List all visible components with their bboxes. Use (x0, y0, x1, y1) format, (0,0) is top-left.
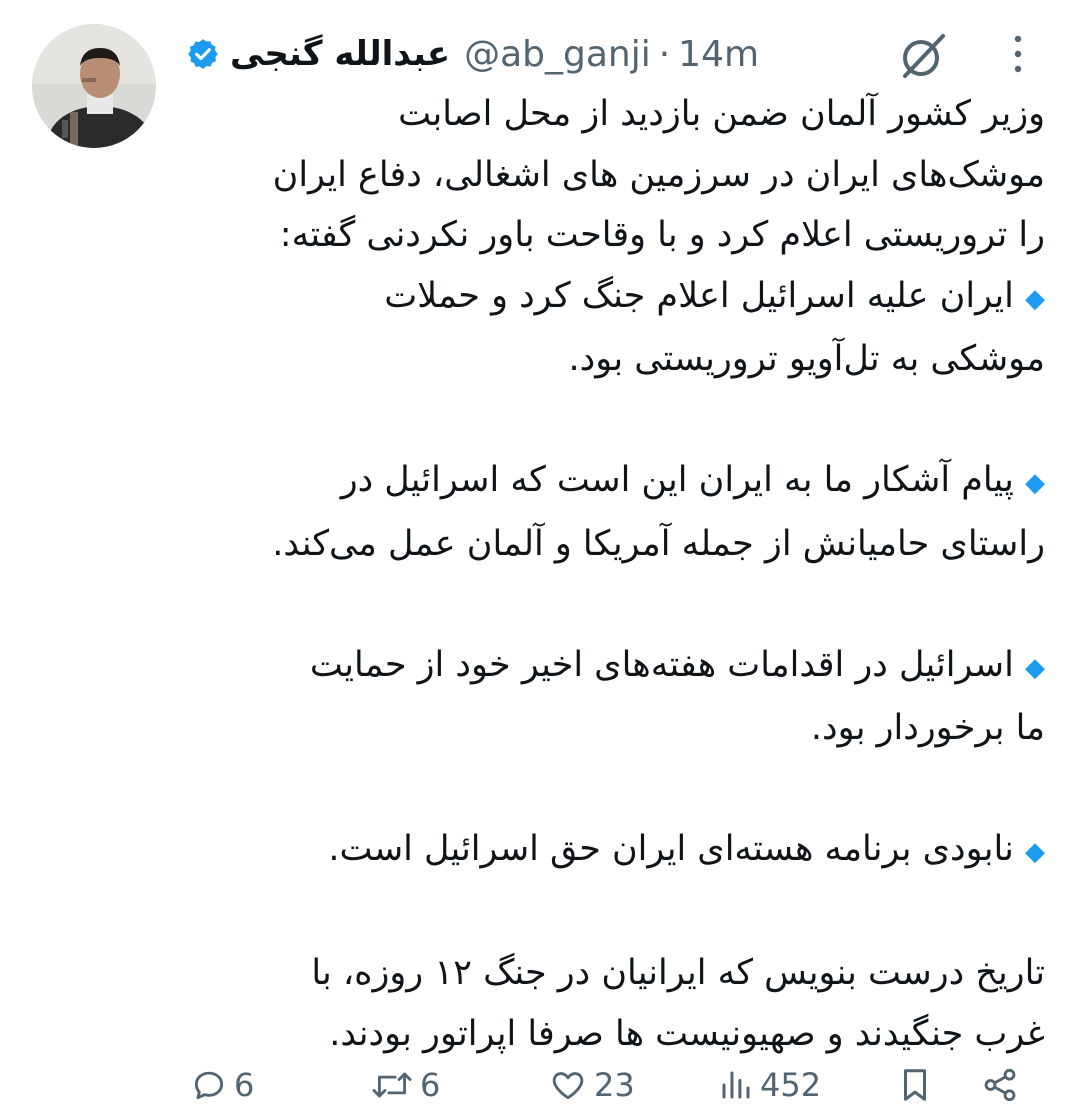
share-icon (984, 1068, 1016, 1102)
tweet: عبدالله گنجی @ab_ganji · 14m وزیر کشور آ… (0, 0, 1080, 1119)
text-line: راستای حامیانش از جمله آمریکا و آلمان عم… (272, 523, 1045, 564)
display-name[interactable]: عبدالله گنجی (230, 34, 450, 74)
text-line: پیام آشکار ما به ایران این است که اسرائی… (340, 460, 1014, 500)
tweet-header: عبدالله گنجی @ab_ganji · 14m (186, 28, 759, 80)
repost-count: 6 (420, 1066, 441, 1104)
text-line: را تروریستی اعلام کرد و با وقاحت باور نک… (279, 215, 1045, 255)
bullet-item: ◆ اسرائیل در اقدامات هفته‌های اخیر خود ا… (175, 635, 1045, 699)
action-bar: 6 6 23 452 (0, 1058, 1080, 1118)
bookmark-icon (903, 1069, 927, 1101)
user-handle[interactable]: @ab_ganji (464, 34, 651, 75)
text-line: موشکی به تل‌آویو تروریستی بود. (568, 339, 1045, 379)
reply-button[interactable]: 6 (190, 1066, 254, 1104)
grok-icon[interactable] (895, 28, 951, 84)
text-line: تاریخ درست بنویس که ایرانیان در جنگ ۱۲ ر… (311, 953, 1045, 993)
text-line: ایران علیه اسرائیل اعلام جنگ کرد و حملات (384, 275, 1014, 316)
text-line: غرب جنگیدند و صهیونیست ها صرفا اپراتور ب… (329, 1013, 1045, 1054)
share-button[interactable] (980, 1066, 1020, 1104)
bullet-item: ◆ پیام آشکار ما به ایران این است که اسرا… (175, 450, 1045, 514)
text-line: ما برخوردار بود. (810, 708, 1045, 748)
like-count: 23 (594, 1066, 635, 1104)
text-line: موشک‌های ایران در سرزمین های اشغالی، دفا… (272, 154, 1045, 195)
timestamp[interactable]: 14m (678, 34, 759, 75)
heart-icon (552, 1072, 584, 1100)
bookmark-button[interactable] (898, 1066, 932, 1104)
like-button[interactable]: 23 (548, 1066, 635, 1104)
views-icon (722, 1071, 750, 1099)
text-line: نابودی برنامه هسته‌ای ایران حق اسرائیل ا… (328, 829, 1014, 869)
reply-icon (194, 1071, 224, 1100)
bullet-diamond-icon: ◆ (1025, 652, 1045, 683)
reply-count: 6 (234, 1066, 255, 1104)
separator-dot: · (658, 33, 671, 75)
views-count: 452 (760, 1066, 822, 1104)
repost-button[interactable]: 6 (370, 1066, 440, 1104)
avatar[interactable] (32, 24, 156, 148)
bullet-item: ◆ ایران علیه اسرائیل اعلام جنگ کرد و حمل… (175, 266, 1045, 330)
tweet-text: وزیر کشور آلمان ضمن بازدید از محل اصابت … (175, 84, 1045, 1064)
repost-icon (372, 1072, 412, 1098)
views-button[interactable]: 452 (718, 1066, 821, 1104)
bullet-diamond-icon: ◆ (1025, 468, 1045, 498)
text-line: اسرائیل در اقدامات هفته‌های اخیر خود از … (309, 644, 1014, 685)
text-line: وزیر کشور آلمان ضمن بازدید از محل اصابت (398, 94, 1045, 134)
more-vertical-icon[interactable] (1008, 30, 1028, 80)
bullet-diamond-icon: ◆ (1025, 283, 1045, 314)
bullet-item: ◆ نابودی برنامه هسته‌ای ایران حق اسرائیل… (175, 819, 1045, 883)
verified-badge-icon (186, 37, 220, 71)
bullet-diamond-icon: ◆ (1025, 837, 1045, 867)
